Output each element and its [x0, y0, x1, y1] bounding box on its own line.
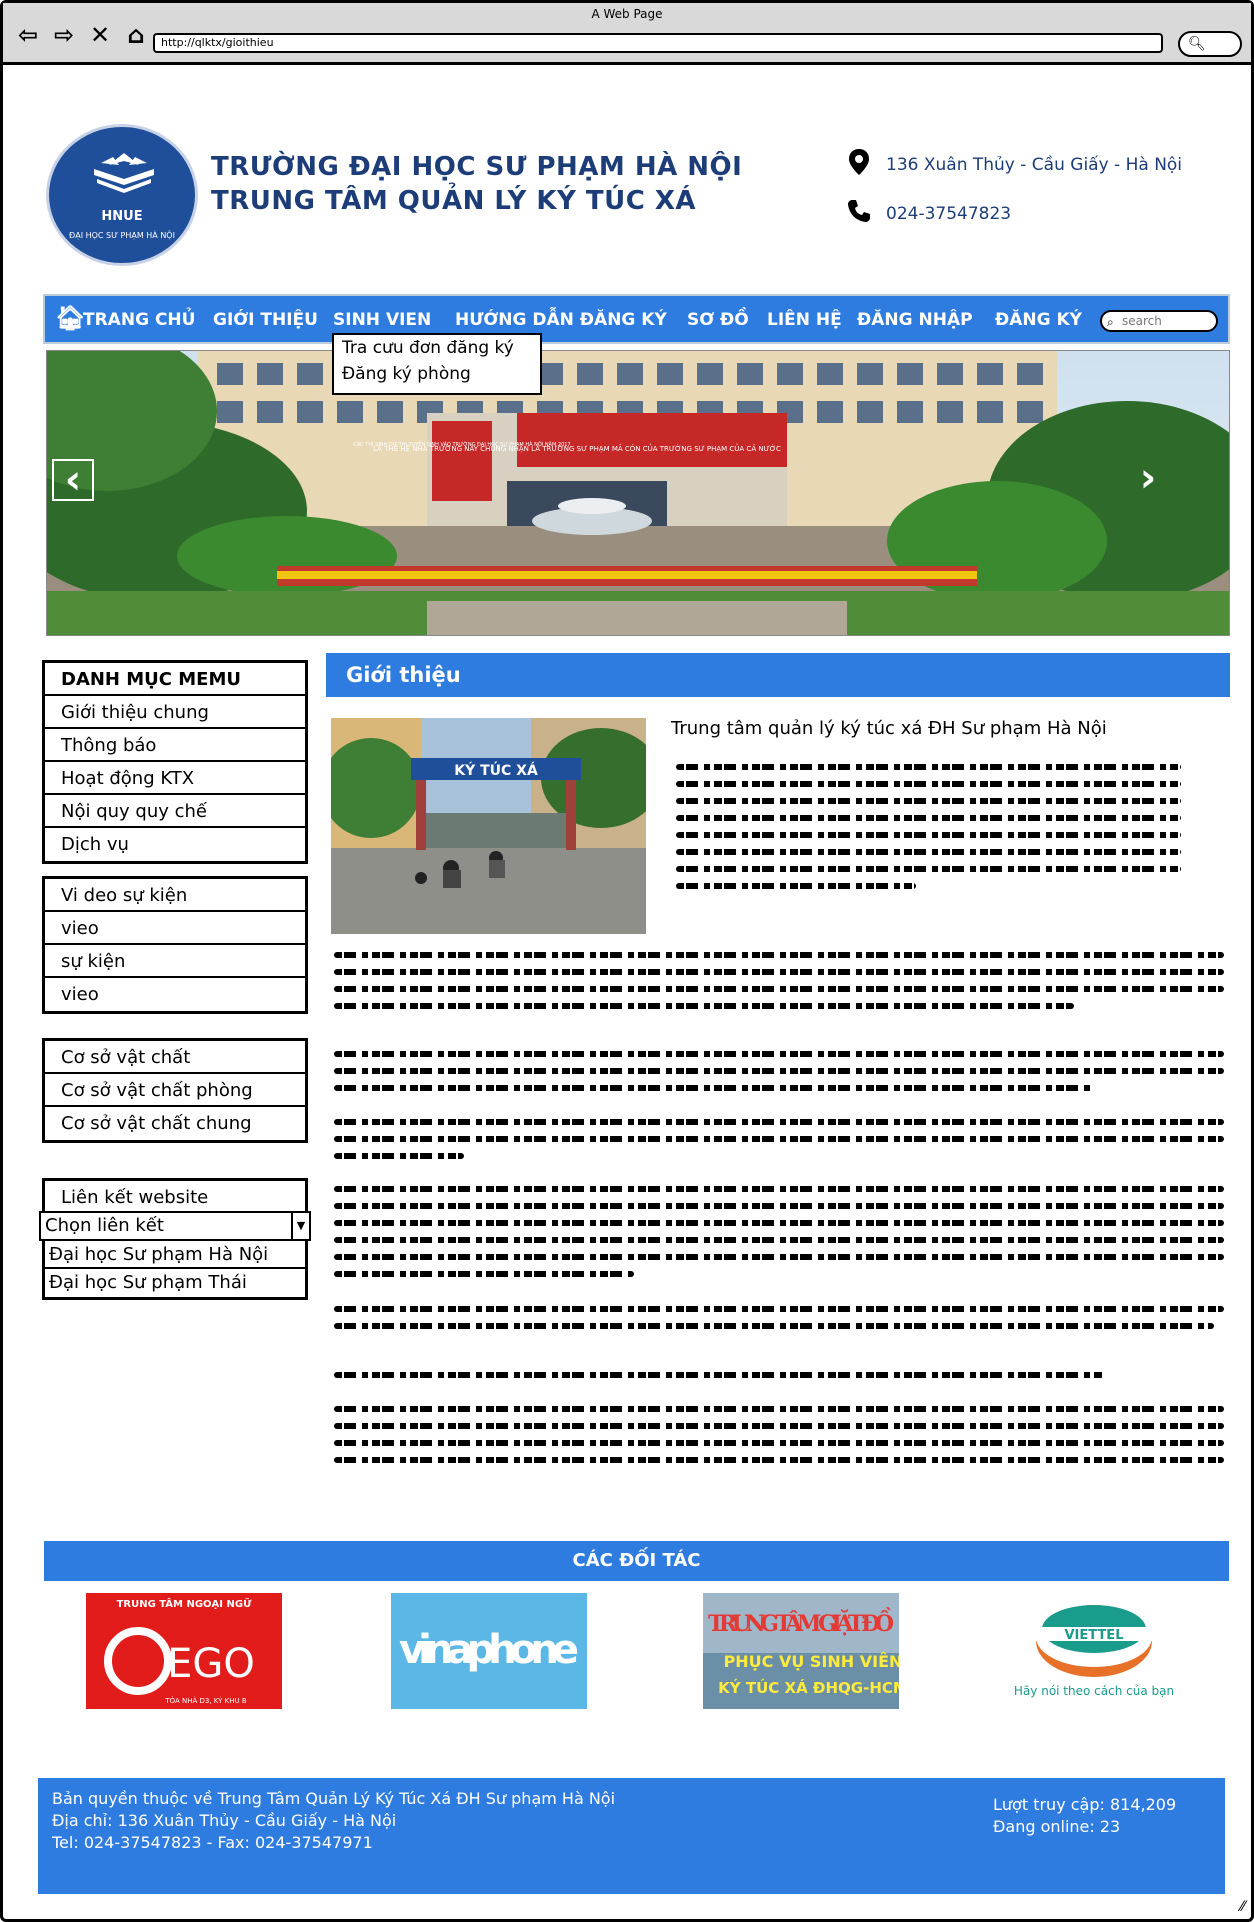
logo-ring-text: ĐẠI HỌC SƯ PHẠM HÀ NỘI [69, 231, 175, 240]
browser-window: A Web Page ⇦ ⇨ ✕ ⌂ http://qlktx/gioithie… [0, 0, 1254, 1922]
facilities-menu: Cơ sở vật chất Cơ sở vật chất phòng Cơ s… [42, 1038, 308, 1143]
menu-thong-bao[interactable]: Thông báo [45, 729, 305, 762]
section-title: Giới thiệu [326, 653, 1230, 697]
campus-photo: LÀ THẾ HỆ NHÀ TRƯỜNG NÀY CHỦNG NHẬN LÀ T… [47, 351, 1229, 635]
search-placeholder: search [1122, 314, 1162, 328]
links-select-value: Chọn liên kết [45, 1215, 164, 1236]
footer-online-count: Đang online: 23 [993, 1817, 1121, 1836]
ego-sub-text: TÒA NHÀ D3, KÝ KHU B [164, 1696, 247, 1705]
phone-row: 024-37547823 [846, 198, 1011, 230]
nav-dang-nhap[interactable]: ĐĂNG NHẬP [857, 310, 973, 330]
viettel-text: VIETTEL [1065, 1628, 1124, 1643]
ego-top-text: TRUNG TÂM NGOẠI NGỮ [117, 1597, 253, 1610]
partner-laundry-logo[interactable]: TRUNG TÂM GIẶT ĐỒ PHỤC VỤ SINH VIÊN KÝ T… [703, 1593, 899, 1709]
nav-trang-chu[interactable]: TRANG CHỦ [83, 310, 195, 330]
partners-title: CÁC ĐỐI TÁC [44, 1541, 1229, 1581]
link-item-hnue[interactable]: Đại học Sư phạm Hà Nội [45, 1241, 305, 1269]
forward-icon[interactable]: ⇨ [51, 23, 77, 47]
footer-address: Địa chỉ: 136 Xuân Thủy - Cầu Giấy - Hà N… [52, 1811, 397, 1830]
article-paragraph [334, 952, 1224, 1020]
address-text: 136 Xuân Thủy - Cầu Giấy - Hà Nội [886, 155, 1183, 175]
article-paragraph [334, 1119, 1224, 1170]
video-menu-title: Vi deo sự kiện [45, 879, 305, 912]
location-pin-icon [846, 148, 872, 182]
sinh-vien-dropdown: Tra cưu đơn đăng ký Đăng ký phòng [332, 333, 542, 395]
link-item-thai[interactable]: Đại học Sư phạm Thái [45, 1269, 305, 1297]
menu-hoat-dong-ktx[interactable]: Hoạt động KTX [45, 762, 305, 795]
back-icon[interactable]: ⇦ [15, 23, 41, 47]
dorm-gate-photo: KÝ TÚC XÁ [331, 718, 646, 934]
footer-copyright: Bản quyền thuộc về Trung Tâm Quản Lý Ký … [52, 1789, 616, 1808]
category-menu: DANH MỤC MEMU Giới thiệu chung Thông báo… [42, 660, 308, 864]
chevron-down-icon[interactable]: ▼ [291, 1213, 309, 1239]
partner-ego-logo[interactable]: TRUNG TÂM NGOẠI NGỮ EGO TÒA NHÀ D3, KÝ K… [86, 1593, 282, 1709]
site-footer: Bản quyền thuộc về Trung Tâm Quản Lý Ký … [38, 1778, 1225, 1894]
page-content: HNUE ĐẠI HỌC SƯ PHẠM HÀ NỘI TRƯỜNG ĐẠI H… [6, 68, 1251, 1920]
search-icon: ⌕ [1107, 315, 1114, 329]
site-search-input[interactable]: ⌕ search [1100, 310, 1218, 332]
slider-prev-icon[interactable]: ‹ [52, 459, 94, 501]
nav-huong-dan-dang-ky[interactable]: HƯỚNG DẪN ĐĂNG KÝ [455, 310, 667, 330]
resize-grip-icon[interactable]: ⁄⁄ [1240, 1899, 1245, 1915]
menu-gioi-thieu-chung[interactable]: Giới thiệu chung [45, 696, 305, 729]
hero-slider: LÀ THẾ HỆ NHÀ TRƯỜNG NÀY CHỦNG NHẬN LÀ T… [46, 350, 1230, 636]
nav-lien-he[interactable]: LIÊN HỆ [767, 310, 842, 330]
book-icon [94, 153, 154, 193]
main-nav: 🏠︎ TRANG CHỦ GIỚI THIỆU SINH VIEN HƯỚNG … [43, 294, 1230, 344]
nav-so-do[interactable]: SƠ ĐỒ [687, 310, 749, 330]
browser-search-icon[interactable]: 🔍︎ [1178, 31, 1242, 57]
dropdown-dang-ky-phong[interactable]: Đăng ký phòng [334, 361, 540, 387]
category-menu-title: DANH MỤC MEMU [45, 663, 305, 696]
footer-visit-count: Lượt truy cập: 814,209 [993, 1795, 1177, 1814]
article-title: Trung tâm quản lý ký túc xá ĐH Sư phạm H… [671, 718, 1107, 739]
facilities-menu-title: Cơ sở vật chất [45, 1041, 305, 1074]
article-paragraph [334, 1406, 1224, 1474]
school-name: TRƯỜNG ĐẠI HỌC SƯ PHẠM HÀ NỘI [211, 152, 743, 182]
center-name: TRUNG TÂM QUẢN LÝ KÝ TÚC XÁ [211, 186, 697, 216]
window-title: A Web Page [591, 7, 663, 21]
phone-icon [846, 198, 872, 230]
menu-dich-vu[interactable]: Dịch vụ [45, 828, 305, 861]
vinaphone-text: vinaphone [399, 1627, 579, 1673]
video-item[interactable]: vieo [45, 978, 305, 1011]
facilities-common-item[interactable]: Cơ sở vật chất chung [45, 1107, 305, 1140]
home-icon[interactable]: ⌂ [123, 23, 149, 47]
menu-noi-quy[interactable]: Nội quy quy chế [45, 795, 305, 828]
video-item[interactable]: vieo [45, 912, 305, 945]
article-paragraph [334, 1186, 1224, 1288]
laundry-line2: PHỤC VỤ SINH VIÊN [724, 1652, 899, 1671]
home-nav-icon[interactable]: 🏠︎ [55, 304, 85, 332]
partner-viettel-logo[interactable]: VIETTEL Hãy nói theo cách của bạn [996, 1593, 1192, 1709]
article-paragraph [334, 1372, 1104, 1389]
banner-red-text: CÁC THÍ SINH DỰ THI TUYỂN SINH VÀO TRƯỜN… [353, 440, 570, 448]
browser-titlebar: A Web Page ⇦ ⇨ ✕ ⌂ http://qlktx/gioithie… [3, 3, 1251, 65]
viettel-slogan: Hãy nói theo cách của bạn [1014, 1684, 1174, 1698]
url-input[interactable]: http://qlktx/gioithieu [153, 33, 1163, 53]
address-row: 136 Xuân Thủy - Cầu Giấy - Hà Nội [846, 148, 1182, 182]
logo-text: HNUE [101, 209, 143, 224]
links-select[interactable]: Chọn liên kết ▼ [39, 1211, 311, 1241]
laundry-line1: TRUNG TÂM GIẶT ĐỒ [708, 1607, 894, 1637]
gate-sign-text: KÝ TÚC XÁ [454, 761, 538, 779]
footer-tel-fax: Tel: 024-37547823 - Fax: 024-37547971 [52, 1833, 373, 1852]
slider-next-icon[interactable]: › [1127, 458, 1169, 501]
phone-text: 024-37547823 [886, 204, 1012, 224]
ego-name-text: EGO [167, 1641, 255, 1687]
dropdown-tra-cuu[interactable]: Tra cưu đơn đăng ký [334, 335, 540, 361]
event-item[interactable]: sự kiện [45, 945, 305, 978]
school-logo[interactable]: HNUE ĐẠI HỌC SƯ PHẠM HÀ NỘI [46, 124, 198, 266]
links-title: Liên kết website [42, 1178, 308, 1211]
close-icon[interactable]: ✕ [87, 23, 113, 47]
article-paragraph [334, 1051, 1224, 1102]
links-menu: Liên kết website Chọn liên kết ▼ Đại học… [39, 1178, 311, 1300]
laundry-line3: KÝ TÚC XÁ ĐHQG-HCM [718, 1678, 899, 1697]
nav-sinh-vien[interactable]: SINH VIEN [333, 310, 431, 330]
article-text-block [676, 764, 1181, 900]
video-menu: Vi deo sự kiện vieo sự kiện vieo [42, 876, 308, 1014]
nav-gioi-thieu[interactable]: GIỚI THIỆU [213, 310, 318, 330]
article-paragraph [334, 1306, 1224, 1340]
nav-dang-ky[interactable]: ĐĂNG KÝ [995, 310, 1082, 330]
partner-vinaphone-logo[interactable]: vinaphone [391, 1593, 587, 1709]
facilities-room-item[interactable]: Cơ sở vật chất phòng [45, 1074, 305, 1107]
